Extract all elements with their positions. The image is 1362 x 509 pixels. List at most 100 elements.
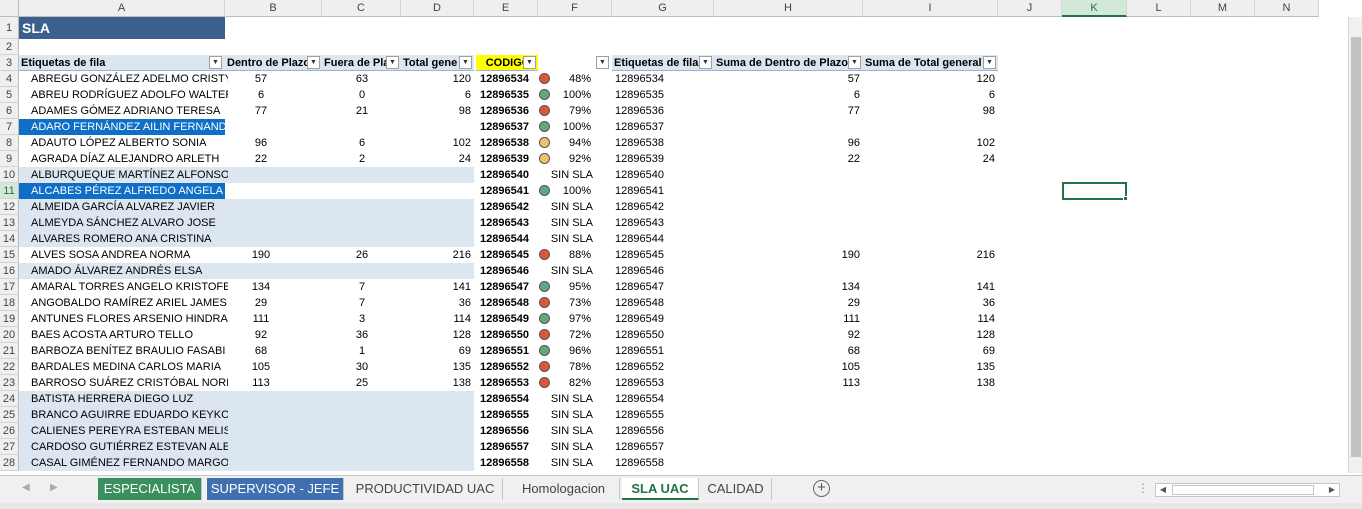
column-header[interactable]: C (322, 0, 401, 17)
pivot2-dentro-cell[interactable] (714, 423, 863, 439)
dentro-cell[interactable]: 92 (225, 327, 297, 343)
column-header[interactable]: I (863, 0, 998, 17)
code-cell[interactable]: 12896536 (476, 103, 532, 119)
pivot2-dentro-cell[interactable]: 29 (714, 295, 863, 311)
scroll-right-icon[interactable]: ▶ (1325, 484, 1339, 496)
pivot2-label-cell[interactable]: 12896558 (612, 455, 712, 471)
pivot2-dentro-cell[interactable] (714, 215, 863, 231)
column-header[interactable]: L (1127, 0, 1191, 17)
total-cell[interactable] (401, 263, 474, 279)
sheet-tab[interactable]: SLA UAC (622, 478, 699, 500)
pivot2-total-cell[interactable] (863, 455, 998, 471)
row-header[interactable]: 6 (0, 103, 19, 119)
total-cell[interactable]: 102 (401, 135, 474, 151)
pivot2-dentro-cell[interactable]: 6 (714, 87, 863, 103)
fuera-cell[interactable]: 7 (322, 295, 402, 311)
row-header[interactable]: 1 (0, 17, 19, 39)
code-cell[interactable]: 12896543 (476, 215, 532, 231)
name-cell[interactable]: ALVARES ROMERO ANA CRISTINA (28, 231, 228, 247)
column-header[interactable]: K (1062, 0, 1127, 17)
pivot-filter-g[interactable]: ▼ (596, 55, 611, 71)
name-cell[interactable]: AMADO ÁLVAREZ ANDRÉS ELSA (28, 263, 228, 279)
code-cell[interactable]: 12896556 (476, 423, 532, 439)
filter-dropdown-icon[interactable]: ▼ (699, 56, 712, 69)
pivot2-label-cell[interactable]: 12896552 (612, 359, 712, 375)
total-cell[interactable] (401, 199, 474, 215)
row-header[interactable]: 5 (0, 87, 19, 103)
pivot2-total-cell[interactable]: 120 (863, 71, 998, 87)
row-header[interactable]: 11 (0, 183, 19, 199)
total-cell[interactable]: 135 (401, 359, 474, 375)
dentro-cell[interactable]: 113 (225, 375, 297, 391)
row-header[interactable]: 18 (0, 295, 19, 311)
code-cell[interactable]: 12896551 (476, 343, 532, 359)
filter-dropdown-icon[interactable]: ▼ (209, 56, 222, 69)
pivot2-dentro-cell[interactable] (714, 199, 863, 215)
pct-cell[interactable]: SIN SLA (538, 215, 596, 231)
active-cell-selection[interactable] (1062, 182, 1127, 200)
dentro-cell[interactable]: 111 (225, 311, 297, 327)
pct-cell[interactable]: SIN SLA (538, 263, 596, 279)
dentro-cell[interactable] (225, 263, 297, 279)
code-cell[interactable]: 12896545 (476, 247, 532, 263)
pivot2-total-cell[interactable]: 6 (863, 87, 998, 103)
column-header[interactable]: E (474, 0, 538, 17)
column-header[interactable]: N (1255, 0, 1319, 17)
name-cell[interactable]: BRANCO AGUIRRE EDUARDO KEYKO (28, 407, 228, 423)
pivot2-total-cell[interactable]: 128 (863, 327, 998, 343)
code-cell[interactable]: 12896539 (476, 151, 532, 167)
dentro-cell[interactable] (225, 231, 297, 247)
code-cell[interactable]: 12896554 (476, 391, 532, 407)
dentro-cell[interactable]: 96 (225, 135, 297, 151)
pivot2-dentro-cell[interactable] (714, 263, 863, 279)
name-cell[interactable]: ALMEYDA SÁNCHEZ ALVARO JOSE (28, 215, 228, 231)
row-header[interactable]: 25 (0, 407, 19, 423)
total-cell[interactable]: 36 (401, 295, 474, 311)
pivot2-label-cell[interactable]: 12896549 (612, 311, 712, 327)
dentro-cell[interactable] (225, 423, 297, 439)
dentro-cell[interactable]: 77 (225, 103, 297, 119)
fuera-cell[interactable] (322, 439, 402, 455)
fuera-cell[interactable]: 1 (322, 343, 402, 359)
pivot2-dentro-cell[interactable]: 22 (714, 151, 863, 167)
pivot2-label-cell[interactable]: 12896553 (612, 375, 712, 391)
pivot2-total-cell[interactable] (863, 119, 998, 135)
code-cell[interactable]: 12896535 (476, 87, 532, 103)
pivot2-total-cell[interactable] (863, 199, 998, 215)
fuera-cell[interactable] (322, 167, 402, 183)
row-header[interactable]: 27 (0, 439, 19, 455)
pivot2-total-cell[interactable] (863, 423, 998, 439)
code-cell[interactable]: 12896542 (476, 199, 532, 215)
name-cell[interactable]: BARROSO SUÁREZ CRISTÓBAL NORIS (28, 375, 228, 391)
code-cell[interactable]: 12896548 (476, 295, 532, 311)
filter-dropdown-icon[interactable]: ▼ (307, 56, 320, 69)
dentro-cell[interactable]: 68 (225, 343, 297, 359)
column-header[interactable]: F (538, 0, 612, 17)
fuera-cell[interactable]: 36 (322, 327, 402, 343)
pivot2-label-cell[interactable]: 12896539 (612, 151, 712, 167)
column-header[interactable]: H (714, 0, 863, 17)
row-header[interactable]: 23 (0, 375, 19, 391)
select-all-corner[interactable] (0, 0, 19, 17)
pivot2-dentro-cell[interactable]: 105 (714, 359, 863, 375)
pivot2-dentro-cell[interactable] (714, 439, 863, 455)
pct-cell[interactable]: SIN SLA (538, 455, 596, 471)
dentro-cell[interactable]: 29 (225, 295, 297, 311)
code-cell[interactable]: 12896547 (476, 279, 532, 295)
sheet-tab[interactable]: PRODUCTIVIDAD UAC (348, 478, 503, 500)
fuera-cell[interactable] (322, 199, 402, 215)
filter-dropdown-icon[interactable]: ▼ (596, 56, 609, 69)
row-header[interactable]: 8 (0, 135, 19, 151)
total-cell[interactable]: 128 (401, 327, 474, 343)
fuera-cell[interactable]: 21 (322, 103, 402, 119)
pivot2-total-cell[interactable] (863, 183, 998, 199)
pct-cell[interactable]: SIN SLA (538, 167, 596, 183)
fuera-cell[interactable] (322, 407, 402, 423)
pivot2-total-cell[interactable]: 114 (863, 311, 998, 327)
total-cell[interactable] (401, 215, 474, 231)
total-cell[interactable] (401, 439, 474, 455)
dentro-cell[interactable] (225, 199, 297, 215)
row-header[interactable]: 9 (0, 151, 19, 167)
split-handle-icon[interactable]: ⋮ (1137, 481, 1149, 495)
pivot2-label-cell[interactable]: 12896535 (612, 87, 712, 103)
